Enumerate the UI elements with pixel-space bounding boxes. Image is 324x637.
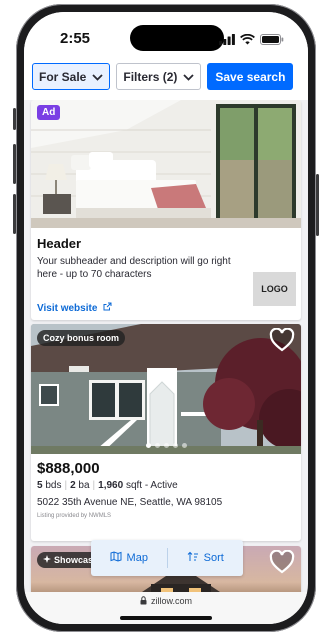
sqft-unit: sqft xyxy=(125,480,143,491)
signal-icon xyxy=(219,32,235,50)
power-button xyxy=(316,174,319,236)
listing-details: $888,000 5 bds | 2 ba | 1,960 sqft - Active … xyxy=(31,454,301,527)
results-feed[interactable]: Ad Header Your subheader and description… xyxy=(24,100,308,592)
sparkle-icon xyxy=(43,555,51,565)
status-bar: 2:55 xyxy=(24,12,308,60)
filters-dropdown[interactable]: Filters (2) xyxy=(116,63,202,90)
photo-dot[interactable] xyxy=(172,443,178,448)
ad-header: Header xyxy=(37,236,82,251)
ad-photo: Ad xyxy=(31,100,301,228)
listing-provider: Listing provided by NWMLS xyxy=(37,513,112,519)
photo-pagination xyxy=(31,443,301,448)
filters-label: Filters (2) xyxy=(123,69,178,84)
for-sale-dropdown[interactable]: For Sale xyxy=(32,63,111,90)
listing-facts: 5 bds | 2 ba | 1,960 sqft - Active xyxy=(37,480,178,491)
map-sort-bar: Map Sort xyxy=(91,540,243,576)
ad-card[interactable]: Ad Header Your subheader and description… xyxy=(31,100,301,320)
status-time: 2:55 xyxy=(60,30,91,47)
listing-photo[interactable]: Cozy bonus room xyxy=(31,324,301,454)
map-button[interactable]: Map xyxy=(91,551,167,565)
ad-badge: Ad xyxy=(37,105,61,120)
sort-button[interactable]: Sort xyxy=(168,551,244,565)
save-search-button[interactable]: Save search xyxy=(207,63,294,90)
screen: 2:55 For Sale Filters (2) Save search Ad… xyxy=(24,12,308,624)
chevron-down-icon xyxy=(183,70,195,84)
sqft-count: 1,960 xyxy=(98,480,124,491)
baths-unit: ba xyxy=(78,480,90,491)
listing-tag: Cozy bonus room xyxy=(37,330,125,346)
listing-price: $888,000 xyxy=(37,460,100,477)
wifi-icon xyxy=(240,32,255,50)
phone-frame: 2:55 For Sale Filters (2) Save search Ad… xyxy=(13,4,319,632)
ad-subheader: Your subheader and description will go r… xyxy=(37,256,231,280)
search-toolbar: For Sale Filters (2) Save search xyxy=(24,60,308,100)
chevron-down-icon xyxy=(92,70,103,84)
beds-count: 5 xyxy=(37,480,43,491)
ad-logo: LOGO xyxy=(253,272,296,306)
photo-dot[interactable] xyxy=(163,443,169,448)
listing-address: 5022 35th Avenue NE, Seattle, WA 98105 xyxy=(37,497,223,508)
map-label: Map xyxy=(126,552,148,564)
photo-dot[interactable] xyxy=(145,443,151,448)
beds-unit: bds xyxy=(45,480,62,491)
battery-icon xyxy=(260,32,284,50)
listing-status: - Active xyxy=(144,480,178,491)
dynamic-island xyxy=(130,25,224,51)
map-icon xyxy=(110,551,122,565)
status-icons xyxy=(219,32,284,50)
baths-count: 2 xyxy=(70,480,76,491)
listing-card[interactable]: Cozy bonus room $888,000 5 bds | 2 ba | 1,96… xyxy=(31,324,301,541)
sort-label: Sort xyxy=(203,552,224,564)
home-indicator[interactable] xyxy=(120,616,212,620)
ad-body: Header Your subheader and description wi… xyxy=(31,228,301,320)
mute-switch xyxy=(13,108,16,130)
heart-icon[interactable] xyxy=(269,549,295,579)
photo-dot[interactable] xyxy=(154,443,160,448)
heart-icon[interactable] xyxy=(269,327,295,357)
photo-dot[interactable] xyxy=(181,443,187,448)
volume-down-button xyxy=(13,194,16,234)
visit-website-link[interactable]: Visit website xyxy=(37,302,112,314)
for-sale-label: For Sale xyxy=(39,69,87,84)
volume-up-button xyxy=(13,144,16,184)
external-link-icon xyxy=(103,302,112,314)
sort-icon xyxy=(187,551,199,565)
visit-website-label: Visit website xyxy=(37,302,98,314)
